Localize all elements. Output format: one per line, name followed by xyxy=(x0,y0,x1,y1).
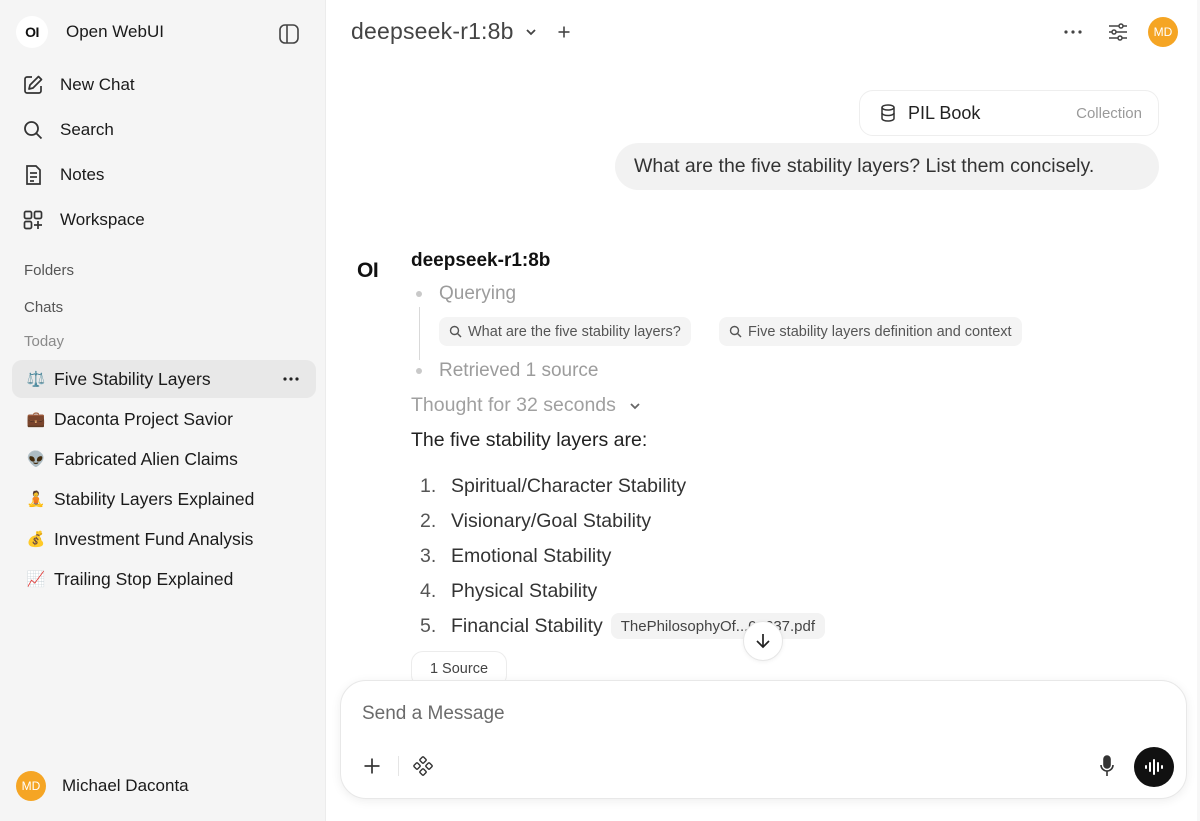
plus-icon[interactable] xyxy=(360,754,384,778)
status-connector xyxy=(419,307,420,360)
chat-title: Daconta Project Savior xyxy=(54,408,233,429)
sidebar-toggle-icon[interactable] xyxy=(276,21,302,47)
chat-item-five-stability-layers[interactable]: ⚖️ Five Stability Layers xyxy=(12,360,316,398)
list-number: 2. xyxy=(420,510,437,532)
citation-chip[interactable]: ThePhilosophyOf...0_337.pdf xyxy=(610,613,826,639)
chat-title: Fabricated Alien Claims xyxy=(54,448,238,469)
chat-emoji: 💼 xyxy=(26,411,46,428)
edit-icon xyxy=(22,74,44,96)
chat-emoji: 🧘 xyxy=(26,491,46,508)
chevron-down-icon xyxy=(524,25,538,39)
chat-item-fabricated-alien-claims[interactable]: 👽 Fabricated Alien Claims xyxy=(12,440,316,478)
query-text: What are the five stability layers? xyxy=(468,323,681,340)
user-name: Michael Daconta xyxy=(62,776,189,795)
list-item: 2. Visionary/Goal Stability xyxy=(420,510,651,533)
chat-emoji: 📈 xyxy=(26,571,46,588)
assistant-logo: OI xyxy=(357,259,379,282)
database-icon xyxy=(880,104,896,122)
list-item: 3. Emotional Stability xyxy=(420,545,611,568)
divider xyxy=(398,756,399,776)
model-selector[interactable]: deepseek-r1:8b xyxy=(351,18,538,45)
notes-label: Notes xyxy=(60,165,105,184)
search-icon xyxy=(449,325,462,338)
list-number: 5. xyxy=(420,614,437,637)
query-chip[interactable]: What are the five stability layers? xyxy=(439,317,691,346)
chat-emoji: 👽 xyxy=(26,451,46,468)
list-text: Physical Stability xyxy=(451,580,598,602)
chats-heading[interactable]: Chats xyxy=(24,299,63,316)
model-name: deepseek-r1:8b xyxy=(351,18,514,44)
search-label: Search xyxy=(60,120,114,139)
audio-waveform-icon xyxy=(1145,759,1163,775)
search-icon xyxy=(22,119,44,141)
settings-sliders-icon[interactable] xyxy=(1106,20,1130,44)
voice-mode-button[interactable] xyxy=(1134,747,1174,787)
message-input[interactable] xyxy=(362,703,1062,725)
tools-icon[interactable] xyxy=(411,754,435,778)
brand[interactable]: OI Open WebUI xyxy=(16,16,164,48)
more-options-icon[interactable] xyxy=(280,368,302,390)
collection-name: PIL Book xyxy=(908,102,981,123)
thought-toggle[interactable]: Thought for 32 seconds xyxy=(411,394,642,417)
list-text: Emotional Stability xyxy=(451,545,612,567)
chat-item-trailing-stop-explained[interactable]: 📈 Trailing Stop Explained xyxy=(12,560,316,598)
app-name: Open WebUI xyxy=(66,22,164,41)
user-menu[interactable]: MD Michael Daconta xyxy=(16,771,189,801)
chat-title: Investment Fund Analysis xyxy=(54,528,254,549)
list-number: 3. xyxy=(420,545,437,567)
list-text: Financial Stability xyxy=(451,614,603,637)
folders-heading[interactable]: Folders xyxy=(24,262,74,279)
collection-type: Collection xyxy=(1076,104,1142,122)
chat-item-stability-layers-explained[interactable]: 🧘 Stability Layers Explained xyxy=(12,480,316,518)
search-icon xyxy=(729,325,742,338)
list-text: Visionary/Goal Stability xyxy=(451,510,652,532)
add-model-icon[interactable] xyxy=(554,22,574,42)
arrow-down-icon xyxy=(756,634,770,649)
status-dot xyxy=(416,291,422,297)
user-avatar[interactable]: MD xyxy=(1148,17,1178,47)
chat-item-daconta-project-savior[interactable]: 💼 Daconta Project Savior xyxy=(12,400,316,438)
answer-intro: The five stability layers are: xyxy=(411,429,648,451)
workspace-icon xyxy=(22,209,44,231)
app-logo: OI xyxy=(16,16,48,48)
collection-attachment[interactable]: PIL Book Collection xyxy=(859,90,1159,136)
today-heading: Today xyxy=(24,333,65,350)
workspace-button[interactable]: Workspace xyxy=(22,205,145,235)
scroll-down-button[interactable] xyxy=(743,621,783,661)
more-options-icon[interactable] xyxy=(1061,20,1085,44)
status-retrieved: Retrieved 1 source xyxy=(439,360,599,381)
status-dot xyxy=(416,368,422,374)
chat-emoji: 💰 xyxy=(26,531,46,548)
user-message: What are the five stability layers? List… xyxy=(615,143,1159,190)
status-querying: Querying xyxy=(439,283,517,304)
search-button[interactable]: Search xyxy=(22,115,114,145)
list-item: 4. Physical Stability xyxy=(420,580,597,603)
query-chip[interactable]: Five stability layers definition and con… xyxy=(719,317,1022,346)
query-text: Five stability layers definition and con… xyxy=(748,323,1012,340)
list-text: Spiritual/Character Stability xyxy=(451,475,687,497)
list-item: 1. Spiritual/Character Stability xyxy=(420,475,686,498)
sidebar: OI Open WebUI New Chat Search Notes Work… xyxy=(0,0,326,821)
chat-title: Trailing Stop Explained xyxy=(54,568,234,589)
chat-title: Five Stability Layers xyxy=(54,368,211,389)
list-number: 4. xyxy=(420,580,437,602)
new-chat-label: New Chat xyxy=(60,75,135,94)
notes-icon xyxy=(22,164,44,186)
notes-button[interactable]: Notes xyxy=(22,160,104,190)
chat-title: Stability Layers Explained xyxy=(54,488,255,509)
microphone-icon[interactable] xyxy=(1095,754,1119,778)
new-chat-button[interactable]: New Chat xyxy=(22,70,135,100)
thought-label: Thought for 32 seconds xyxy=(411,394,616,416)
assistant-name: deepseek-r1:8b xyxy=(411,250,551,271)
chevron-down-icon xyxy=(630,402,640,409)
message-composer xyxy=(340,680,1187,799)
avatar: MD xyxy=(16,771,46,801)
list-number: 1. xyxy=(420,475,437,497)
chat-emoji: ⚖️ xyxy=(26,371,46,388)
chat-item-investment-fund-analysis[interactable]: 💰 Investment Fund Analysis xyxy=(12,520,316,558)
workspace-label: Workspace xyxy=(60,210,145,229)
